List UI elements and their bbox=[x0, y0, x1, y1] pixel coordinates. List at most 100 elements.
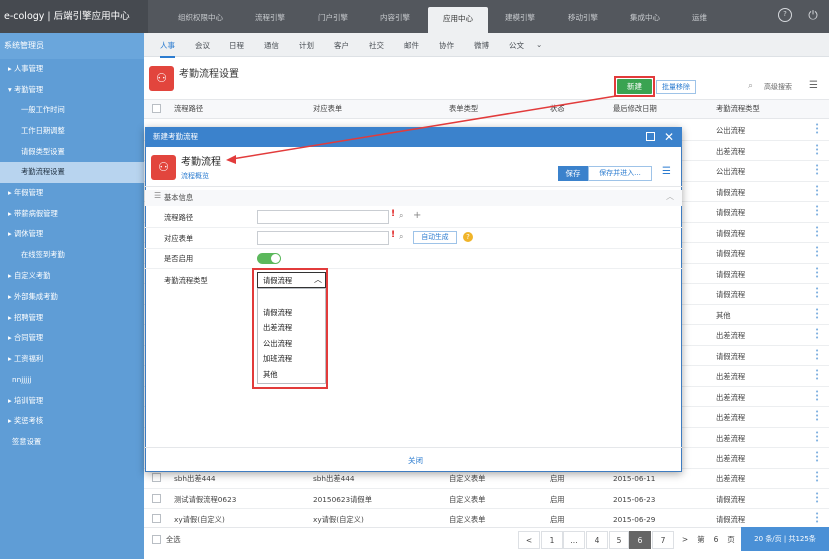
subnav-hr[interactable]: 人事 bbox=[160, 40, 175, 58]
more-icon[interactable]: • • • bbox=[815, 306, 819, 321]
subnav-weibo[interactable]: 微博 bbox=[474, 40, 489, 51]
more-icon[interactable]: • • • bbox=[815, 490, 819, 505]
path-input[interactable] bbox=[257, 210, 389, 224]
top-tab-content[interactable]: 内容引擎 bbox=[380, 12, 410, 23]
subnav-plan[interactable]: 计划 bbox=[299, 40, 314, 51]
sidebar-item[interactable]: 请假类型设置 bbox=[0, 142, 144, 163]
sidebar-item[interactable]: ▾ 考勤管理 bbox=[0, 80, 144, 101]
sidebar-item[interactable]: ▸ 带薪病假管理 bbox=[0, 204, 144, 225]
subnav-comm[interactable]: 通信 bbox=[264, 40, 279, 51]
form-input[interactable] bbox=[257, 231, 389, 245]
more-icon[interactable]: • • • bbox=[815, 368, 819, 383]
more-icon[interactable]: • • • bbox=[815, 327, 819, 342]
maximize-icon[interactable] bbox=[646, 132, 655, 141]
more-icon[interactable]: • • • bbox=[815, 286, 819, 301]
sidebar-item[interactable]: ▸ 工资福利 bbox=[0, 349, 144, 370]
help-icon[interactable]: ? bbox=[463, 232, 473, 242]
search-icon[interactable]: ⌕ bbox=[748, 81, 753, 91]
save-and-enter-button[interactable]: 保存并进入... bbox=[588, 166, 652, 181]
col-path[interactable]: 流程路径 bbox=[174, 104, 203, 114]
page-button[interactable]: 6 bbox=[709, 531, 723, 549]
more-icon[interactable]: • • • bbox=[815, 388, 819, 403]
header-checkbox[interactable] bbox=[152, 104, 161, 113]
top-tab-ops[interactable]: 运维 bbox=[692, 12, 707, 23]
row-checkbox[interactable] bbox=[152, 473, 161, 482]
sidebar-item[interactable]: ▸ 奖惩考核 bbox=[0, 411, 144, 432]
chevron-up-icon[interactable]: ︿ bbox=[666, 191, 674, 202]
sidebar-item[interactable]: ▸ 调休管理 bbox=[0, 224, 144, 245]
page-button[interactable]: 页 bbox=[724, 531, 738, 549]
col-form-type[interactable]: 表单类型 bbox=[449, 104, 478, 114]
row-checkbox[interactable] bbox=[152, 514, 161, 523]
more-icon[interactable]: • • • bbox=[815, 429, 819, 444]
page-button[interactable]: 1 bbox=[541, 531, 563, 549]
col-form[interactable]: 对应表单 bbox=[313, 104, 342, 114]
sidebar-item[interactable]: ▸ 招聘管理 bbox=[0, 308, 144, 329]
top-tab-app-center[interactable]: 应用中心 bbox=[428, 7, 488, 33]
search-icon[interactable]: ⌕ bbox=[399, 232, 403, 242]
col-modified[interactable]: 最后修改日期 bbox=[613, 104, 657, 114]
more-icon[interactable]: • • • bbox=[815, 470, 819, 485]
workflow-overview-link[interactable]: 流程概览 bbox=[181, 171, 209, 181]
subnav-calendar[interactable]: 日程 bbox=[229, 40, 244, 51]
add-icon[interactable]: + bbox=[413, 210, 421, 221]
subnav-collab[interactable]: 协作 bbox=[439, 40, 454, 51]
save-button[interactable]: 保存 bbox=[558, 166, 588, 181]
top-tab-org[interactable]: 组织权限中心 bbox=[178, 12, 223, 23]
sidebar-item[interactable]: ▸ 合同管理 bbox=[0, 328, 144, 349]
sidebar-item[interactable]: ▸ 人事管理 bbox=[0, 59, 144, 80]
more-icon[interactable]: • • • bbox=[815, 163, 819, 178]
close-button[interactable]: 关闭 bbox=[408, 455, 423, 466]
col-status[interactable]: 状态 bbox=[550, 104, 565, 114]
top-tab-mobile[interactable]: 移动引擎 bbox=[568, 12, 598, 23]
sidebar-item[interactable]: 考勤流程设置 bbox=[0, 162, 144, 183]
more-icon[interactable]: • • • bbox=[815, 142, 819, 157]
batch-remove-button[interactable]: 批量移除 bbox=[656, 80, 696, 94]
more-icon[interactable]: • • • bbox=[815, 409, 819, 424]
top-tab-modeling[interactable]: 建模引擎 bbox=[505, 12, 535, 23]
sidebar-item[interactable]: ▸ 年假管理 bbox=[0, 183, 144, 204]
page-button[interactable]: 4 bbox=[586, 531, 608, 549]
close-icon[interactable]: ✕ bbox=[664, 128, 674, 146]
more-icon[interactable]: • • • bbox=[815, 511, 819, 526]
advanced-search-link[interactable]: 高级搜索 bbox=[764, 82, 792, 92]
sidebar-item[interactable]: 工作日期调整 bbox=[0, 121, 144, 142]
sidebar-item[interactable]: ▸ 自定义考勤 bbox=[0, 266, 144, 287]
more-icon[interactable]: • • • bbox=[815, 347, 819, 362]
sidebar-item[interactable]: ▸ 外部集成考勤 bbox=[0, 287, 144, 308]
page-button[interactable]: 5 bbox=[609, 531, 629, 549]
menu-icon[interactable]: ☰ bbox=[662, 166, 671, 177]
page-button[interactable]: > bbox=[678, 531, 692, 549]
page-button[interactable]: 6 bbox=[629, 531, 651, 549]
more-icon[interactable]: • • • bbox=[815, 224, 819, 239]
more-icon[interactable]: • • • bbox=[815, 204, 819, 219]
sidebar-item[interactable]: 在线签到考勤 bbox=[0, 245, 144, 266]
sidebar-item[interactable]: 一般工作时间 bbox=[0, 100, 144, 121]
sidebar-item[interactable]: 签意设置 bbox=[0, 432, 144, 453]
row-checkbox[interactable] bbox=[152, 493, 161, 503]
list-menu-icon[interactable]: ☰ bbox=[809, 80, 818, 91]
more-icon[interactable]: • • • bbox=[815, 122, 819, 137]
col-attendance-type[interactable]: 考勤流程类型 bbox=[716, 104, 760, 114]
more-icon[interactable]: • • • bbox=[815, 183, 819, 198]
more-icon[interactable]: • • • bbox=[815, 265, 819, 280]
help-icon[interactable]: ? bbox=[778, 8, 792, 22]
search-icon[interactable]: ⌕ bbox=[399, 211, 403, 221]
subnav-social[interactable]: 社交 bbox=[369, 40, 384, 51]
page-button[interactable]: ... bbox=[563, 531, 585, 549]
page-size-value[interactable]: 20 bbox=[754, 535, 763, 543]
subnav-docs[interactable]: 公文 bbox=[509, 40, 524, 51]
page-button[interactable]: 7 bbox=[652, 531, 674, 549]
page-button[interactable]: < bbox=[518, 531, 540, 549]
top-tab-integration[interactable]: 集成中心 bbox=[630, 12, 660, 23]
more-icon[interactable]: • • • bbox=[815, 245, 819, 260]
top-tab-workflow[interactable]: 流程引擎 bbox=[255, 12, 285, 23]
page-button[interactable]: 第 bbox=[694, 531, 708, 549]
subnav-mail[interactable]: 邮件 bbox=[404, 40, 419, 51]
sidebar-item[interactable]: ▸ 培训管理 bbox=[0, 391, 144, 412]
more-icon[interactable]: • • • bbox=[815, 450, 819, 465]
select-all-checkbox[interactable] bbox=[152, 535, 161, 544]
subnav-customer[interactable]: 客户 bbox=[334, 40, 349, 51]
top-tab-portal[interactable]: 门户引擎 bbox=[318, 12, 348, 23]
section-header[interactable] bbox=[145, 190, 682, 206]
